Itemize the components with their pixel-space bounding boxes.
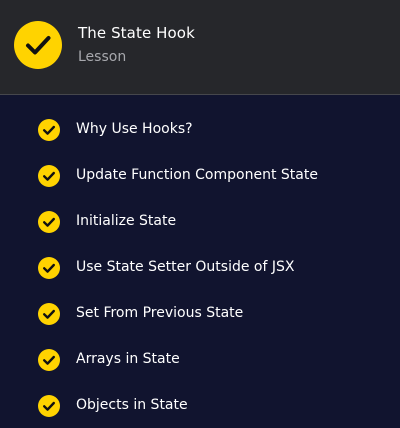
checkmark-icon [38,211,60,233]
lesson-item[interactable]: Set From Previous State [0,280,400,326]
lesson-item[interactable]: Objects in State [0,372,400,418]
lesson-item-label: Arrays in State [76,351,180,367]
checkmark-icon [38,395,60,417]
checkmark-icon [14,21,62,69]
lesson-item-list: Why Use Hooks? Update Function Component… [0,96,400,418]
lesson-item-label: Objects in State [76,397,188,413]
lesson-item-label: Update Function Component State [76,167,318,183]
lesson-item-label: Use State Setter Outside of JSX [76,259,295,275]
checkmark-icon [38,119,60,141]
lesson-item[interactable]: Initialize State [0,188,400,234]
lesson-item[interactable]: Why Use Hooks? [0,96,400,142]
lesson-header[interactable]: The State Hook Lesson [0,0,400,95]
lesson-panel: The State Hook Lesson Why Use Hooks? Upd… [0,0,400,428]
lesson-item[interactable]: Use State Setter Outside of JSX [0,234,400,280]
lesson-item-label: Why Use Hooks? [76,121,193,137]
lesson-item[interactable]: Update Function Component State [0,142,400,188]
checkmark-icon [38,257,60,279]
lesson-subtitle: Lesson [78,49,127,65]
checkmark-icon [38,303,60,325]
lesson-item-label: Set From Previous State [76,305,244,321]
lesson-title: The State Hook [78,24,195,42]
checkmark-icon [38,349,60,371]
checkmark-icon [38,165,60,187]
lesson-item[interactable]: Arrays in State [0,326,400,372]
lesson-item-label: Initialize State [76,213,177,229]
